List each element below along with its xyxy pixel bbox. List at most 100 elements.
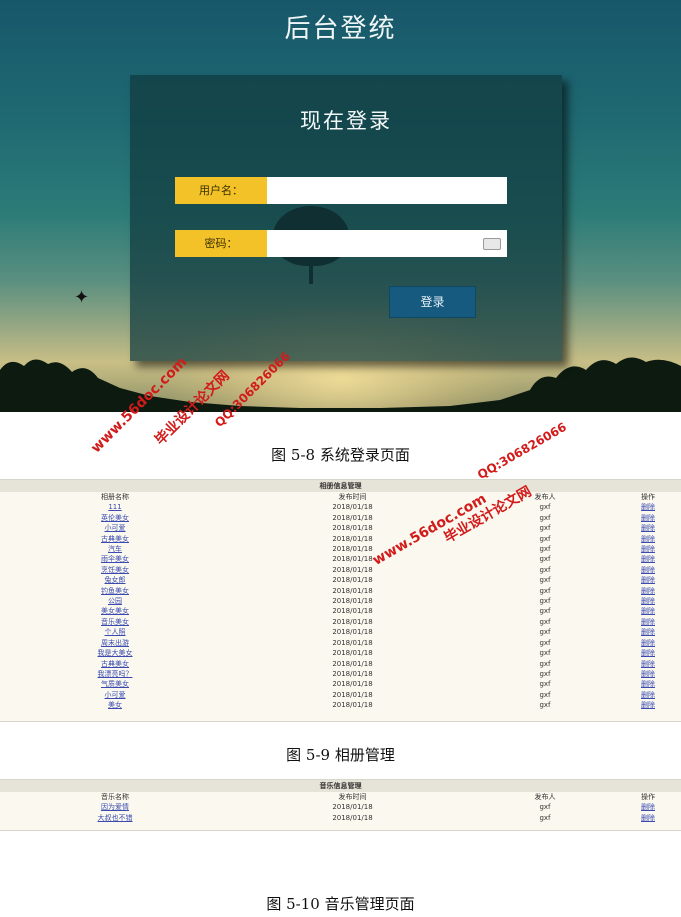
table-cell: 删除 [615,679,681,689]
table-row: 个人照 2018/01/18 gxf 删除 [0,627,681,637]
delete-link[interactable]: 删除 [641,691,655,699]
row-name-link[interactable]: 我漂亮吗？ [98,670,133,678]
table-cell: gxf [475,659,615,669]
row-name-link[interactable]: 个人照 [105,628,126,636]
row-date: 2018/01/18 [332,555,373,564]
row-author: gxf [539,607,551,616]
table-cell: 2018/01/18 [230,700,475,710]
row-name-link[interactable]: 小可爱 [105,691,126,699]
delete-link[interactable]: 删除 [641,649,655,657]
table-row: 周末出游 2018/01/18 gxf 删除 [0,638,681,648]
delete-link[interactable]: 删除 [641,587,655,595]
table-cell: 删除 [615,813,681,823]
row-name-link[interactable]: 钓鱼美女 [101,587,129,595]
table-cell: gxf [475,679,615,689]
row-author: gxf [539,669,551,678]
table-cell: gxf [475,606,615,616]
row-date: 2018/01/18 [332,513,373,522]
table-cell: 删除 [615,596,681,606]
table-cell: 删除 [615,544,681,554]
table-cell: 删除 [615,627,681,637]
row-name-link[interactable]: 音乐美女 [101,618,129,626]
table-cell: 2018/01/18 [230,554,475,564]
delete-link[interactable]: 删除 [641,524,655,532]
table-cell: gxf [475,669,615,679]
row-author: gxf [539,576,551,585]
delete-link[interactable]: 删除 [641,555,655,563]
table-row: 古典美女 2018/01/18 gxf 删除 [0,534,681,544]
delete-link[interactable]: 删除 [641,814,655,822]
row-name-link[interactable]: 公园 [108,597,122,605]
table-cell: 2018/01/18 [230,802,475,812]
table-cell: 2018/01/18 [230,669,475,679]
delete-link[interactable]: 删除 [641,545,655,553]
delete-link[interactable]: 删除 [641,618,655,626]
delete-link[interactable]: 删除 [641,597,655,605]
table-cell: 删除 [615,617,681,627]
username-input[interactable] [267,177,507,204]
table-row: 我漂亮吗？ 2018/01/18 gxf 删除 [0,669,681,679]
table-cell: 我是大美女 [0,648,230,658]
table-cell: 英伦美女 [0,513,230,523]
row-name-link[interactable]: 古典美女 [101,535,129,543]
delete-link[interactable]: 删除 [641,628,655,636]
table-cell: 删除 [615,606,681,616]
delete-link[interactable]: 删除 [641,680,655,688]
row-name-link[interactable]: 英伦美女 [101,514,129,522]
row-date: 2018/01/18 [332,565,373,574]
table-cell: 因为爱情 [0,802,230,812]
row-date: 2018/01/18 [332,649,373,658]
delete-link[interactable]: 删除 [641,607,655,615]
table-cell: 音乐美女 [0,617,230,627]
row-date: 2018/01/18 [332,659,373,668]
delete-link[interactable]: 删除 [641,576,655,584]
table-row: 古典美女 2018/01/18 gxf 删除 [0,659,681,669]
row-name-link[interactable]: 大叔也不错 [98,814,133,822]
row-name-link[interactable]: 烹饪美女 [101,566,129,574]
table-row: 公园 2018/01/18 gxf 删除 [0,596,681,606]
table-cell: gxf [475,544,615,554]
table-cell: 删除 [615,502,681,512]
row-name-link[interactable]: 汽车 [108,545,122,553]
row-name-link[interactable]: 古典美女 [101,660,129,668]
row-date: 2018/01/18 [332,545,373,554]
column-header: 发布人 [534,793,556,801]
delete-link[interactable]: 删除 [641,660,655,668]
row-name-link[interactable]: 雨伞美女 [101,555,129,563]
row-name-link[interactable]: 美女 [108,701,122,709]
row-name-link[interactable]: 美女美女 [101,607,129,615]
row-author: gxf [539,524,551,533]
row-author: gxf [539,565,551,574]
delete-link[interactable]: 删除 [641,803,655,811]
table-cell: 个人照 [0,627,230,637]
delete-link[interactable]: 删除 [641,535,655,543]
table-cell: 删除 [615,586,681,596]
table-cell: gxf [475,627,615,637]
row-name-link[interactable]: 周末出游 [101,639,129,647]
delete-link[interactable]: 删除 [641,566,655,574]
keyboard-icon[interactable] [483,238,501,250]
table-cell: gxf [475,617,615,627]
delete-link[interactable]: 删除 [641,514,655,522]
row-name-link[interactable]: 兔女郎 [105,576,126,584]
row-name-link[interactable]: 因为爱情 [101,803,129,811]
table-cell: 我漂亮吗？ [0,669,230,679]
table-row: 汽车 2018/01/18 gxf 删除 [0,544,681,554]
login-button[interactable]: 登录 [389,286,476,318]
row-name-link[interactable]: 气质美女 [101,680,129,688]
column-header: 操作 [641,493,655,501]
table-cell: 2018/01/18 [230,544,475,554]
delete-link[interactable]: 删除 [641,701,655,709]
row-name-link[interactable]: 我是大美女 [98,649,133,657]
delete-link[interactable]: 删除 [641,670,655,678]
row-date: 2018/01/18 [332,803,373,812]
row-name-link[interactable]: 111 [108,503,121,511]
table-cell: 古典美女 [0,659,230,669]
table-cell: 2018/01/18 [230,617,475,627]
delete-link[interactable]: 删除 [641,503,655,511]
password-input[interactable] [267,230,507,257]
row-author: gxf [539,586,551,595]
row-name-link[interactable]: 小可爱 [105,524,126,532]
row-date: 2018/01/18 [332,534,373,543]
delete-link[interactable]: 删除 [641,639,655,647]
